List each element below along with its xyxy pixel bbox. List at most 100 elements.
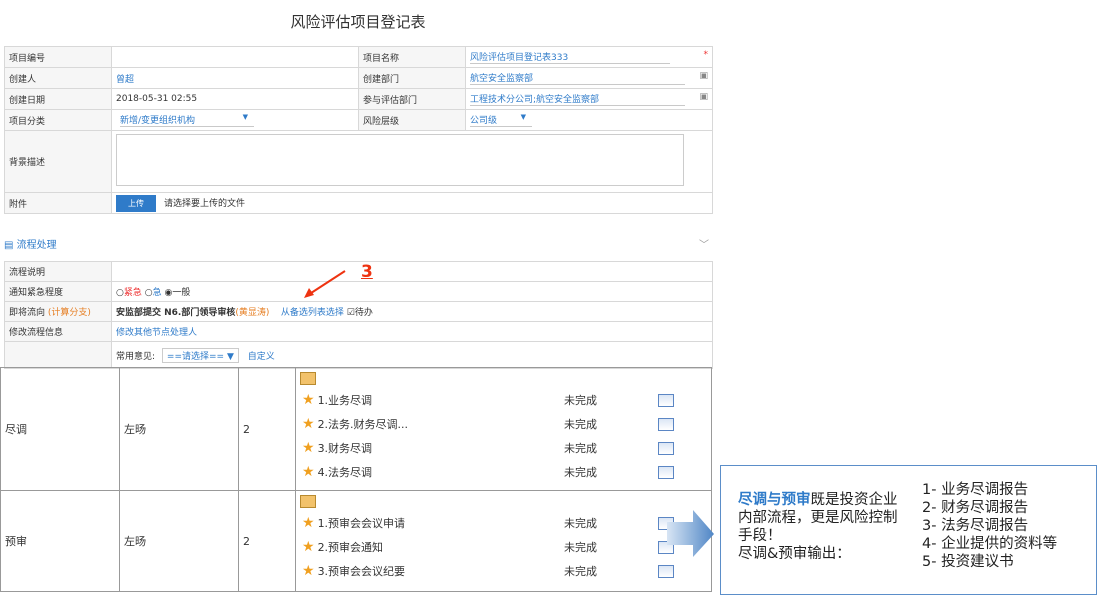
star-icon: ★ (302, 464, 315, 480)
pending-checkbox[interactable]: ☑ (347, 308, 355, 318)
row-col2: 左旸 (119, 490, 239, 592)
next-node: 安监部提交 N6.部门领导审核 (116, 308, 236, 318)
row-col2: 左旸 (119, 367, 239, 491)
document-icon[interactable] (658, 441, 674, 455)
task-label: 4.法务尽调 (317, 466, 373, 479)
create-date-value: 2018-05-31 02:55 (111, 88, 359, 110)
task-item[interactable]: ★ 4.法务尽调 未完成 (296, 460, 711, 484)
task-item[interactable]: ★ 1.业务尽调 未完成 (296, 388, 711, 412)
upload-hint: 请选择要上传的文件 (164, 198, 246, 209)
row-name: 尽调 (0, 367, 120, 491)
picker-icon[interactable]: ▣ (699, 92, 708, 102)
create-date-label: 创建日期 (4, 88, 112, 110)
toolbar-icon[interactable] (300, 372, 316, 385)
next-person: (黄显涛) (235, 308, 270, 318)
create-dept-value[interactable]: 航空安全监察部 (470, 71, 685, 85)
task-label: 1.预审会会议申请 (317, 517, 406, 530)
project-no-field[interactable] (111, 46, 359, 68)
required-mark: * (703, 50, 709, 60)
opinion-label-cell (4, 341, 112, 369)
task-item[interactable]: ★ 1.预审会会议申请 未完成 (296, 511, 711, 535)
creator-label: 创建人 (4, 67, 112, 89)
task-status: 未完成 (564, 394, 597, 407)
background-label: 背景描述 (4, 130, 112, 193)
callout-text2: 尽调&预审输出： (738, 546, 851, 562)
document-icon[interactable] (658, 417, 674, 431)
star-icon: ★ (302, 515, 315, 531)
task-label: 3.财务尽调 (317, 442, 373, 455)
eval-dept-value[interactable]: 工程技术分公司;航空安全监察部 (470, 92, 685, 106)
chevron-down-icon: ▼ (242, 113, 248, 121)
urgent-label: 紧急 (123, 288, 142, 298)
next-label: 即将流向 (9, 308, 46, 318)
row-col3: 2 (238, 367, 296, 491)
pending-label: 待办 (354, 308, 373, 318)
annotation-number: 3 (361, 262, 373, 282)
document-icon: ▤ (4, 240, 14, 251)
project-name-value[interactable]: 风险评估项目登记表333 (470, 50, 670, 64)
task-grid: 尽调 左旸 2 ★ 1.业务尽调 未完成 ★ 2.法务.财务尽调... 未完成 ★ 3.财… (0, 367, 712, 592)
callout-list-item: 4- 企业提供的资料等 (922, 536, 1058, 552)
callout-list-item: 5- 投资建议书 (922, 554, 1014, 570)
task-status: 未完成 (564, 466, 597, 479)
urgency-label: 通知紧急程度 (4, 281, 112, 302)
project-name-label: 项目名称 (358, 46, 466, 68)
task-label: 1.业务尽调 (317, 394, 373, 407)
upload-button[interactable]: 上传 (116, 194, 156, 212)
star-icon: ★ (302, 392, 315, 408)
choose-from-list-link[interactable]: 从备选列表选择 (281, 308, 344, 318)
flow-desc-value (111, 261, 713, 282)
project-name-field[interactable]: 风险评估项目登记表333 * (465, 46, 713, 68)
document-icon[interactable] (658, 564, 674, 578)
task-status: 未完成 (564, 565, 597, 578)
creator-value[interactable]: 曾超 (116, 75, 134, 85)
background-textarea[interactable] (116, 134, 684, 186)
attachment-label: 附件 (4, 192, 112, 214)
radio-urgent[interactable]: ○ (116, 288, 124, 298)
callout-highlight: 尽调与预审 (738, 492, 811, 508)
radio-quick[interactable]: ○ (145, 288, 153, 298)
picker-icon[interactable]: ▣ (699, 71, 708, 81)
flow-table: 流程说明 通知紧急程度 ○紧急 ○急 ◉一般 即将流向 (计算分支) 安监部提交… (4, 261, 713, 369)
next-label-sub: (计算分支) (47, 308, 91, 318)
flow-desc-label: 流程说明 (4, 261, 112, 282)
category-label: 项目分类 (4, 109, 112, 131)
chevron-down-icon[interactable]: ﹀ (699, 236, 709, 251)
task-status: 未完成 (564, 442, 597, 455)
task-item[interactable]: ★ 2.预审会通知 未完成 (296, 535, 711, 559)
task-label: 3.预审会会议纪要 (317, 565, 406, 578)
callout-list-item: 1- 业务尽调报告 (922, 482, 1029, 498)
section-title: 流程处理 (16, 240, 57, 251)
row-col3: 2 (238, 490, 296, 592)
chevron-down-icon: ▼ (520, 113, 526, 121)
callout-text: 尽调与预审既是投资企业内部流程，更是风险控制手段！ 尽调&预审输出： (738, 491, 898, 563)
annotation-arrow-icon (304, 270, 346, 298)
category-select[interactable]: 新增/变更组织机构 ▼ (120, 113, 254, 127)
document-icon[interactable] (658, 465, 674, 479)
common-opinion-select[interactable]: ==请选择== ▼ (161, 347, 239, 363)
callout-list: 1- 业务尽调报告 2- 财务尽调报告 3- 法务尽调报告 4- 企业提供的资料… (922, 481, 1057, 571)
risk-level-select[interactable]: 公司级 ▼ (470, 113, 532, 127)
create-dept-label: 创建部门 (358, 67, 466, 89)
star-icon: ★ (302, 539, 315, 555)
modify-handler-link[interactable]: 修改其他节点处理人 (116, 328, 197, 338)
section-header[interactable]: ▤ 流程处理 ﹀ (4, 236, 713, 252)
callout-list-item: 3- 法务尽调报告 (922, 518, 1029, 534)
quick-label: 急 (152, 288, 162, 298)
normal-label: 一般 (172, 288, 191, 298)
task-item[interactable]: ★ 3.预审会会议纪要 未完成 (296, 559, 711, 583)
toolbar-icon[interactable] (300, 495, 316, 508)
star-icon: ★ (302, 440, 315, 456)
task-item[interactable]: ★ 2.法务.财务尽调... 未完成 (296, 412, 711, 436)
star-icon: ★ (302, 563, 315, 579)
task-item[interactable]: ★ 3.财务尽调 未完成 (296, 436, 711, 460)
callout-list-item: 2- 财务尽调报告 (922, 500, 1029, 516)
callout-arrow-icon (667, 510, 714, 557)
star-icon: ★ (302, 416, 315, 432)
document-icon[interactable] (658, 393, 674, 407)
custom-opinion-link[interactable]: 自定义 (248, 352, 275, 362)
task-label: 2.法务.财务尽调... (317, 418, 409, 431)
risk-level-label: 风险层级 (358, 109, 466, 131)
task-status: 未完成 (564, 418, 597, 431)
eval-dept-label: 参与评估部门 (358, 88, 466, 110)
